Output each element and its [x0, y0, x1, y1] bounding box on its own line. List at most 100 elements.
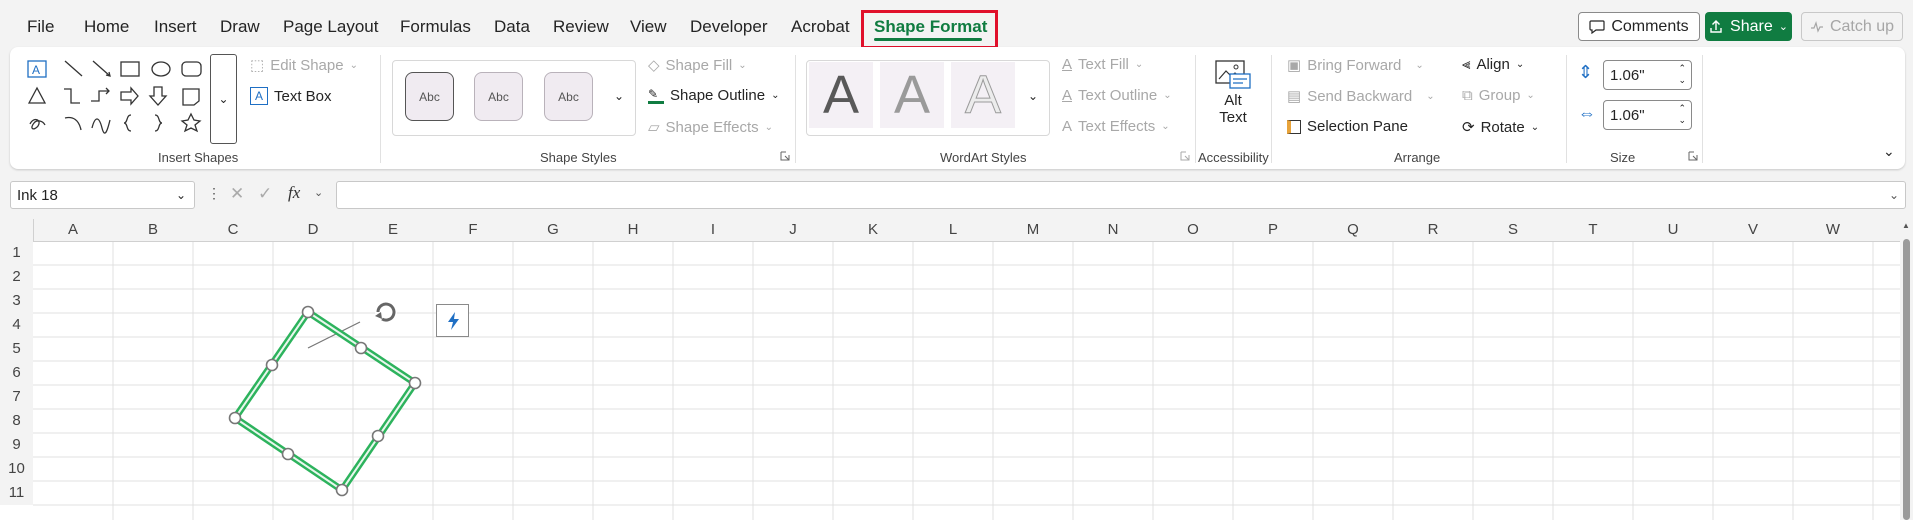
tab-draw[interactable]: Draw	[220, 17, 260, 37]
wordart-more-button[interactable]: ⌄	[1021, 84, 1045, 108]
tab-formulas[interactable]: Formulas	[400, 17, 471, 37]
resize-handle[interactable]	[354, 341, 368, 355]
row-header[interactable]: 10	[0, 457, 33, 481]
column-header[interactable]: Q	[1313, 219, 1393, 241]
row-header[interactable]: 2	[0, 265, 33, 289]
bring-forward-button[interactable]: ▣ Bring Forward ⌄	[1287, 56, 1424, 75]
catch-up-button[interactable]: Catch up	[1801, 12, 1903, 41]
resize-handle[interactable]	[281, 447, 295, 461]
tab-review[interactable]: Review	[553, 17, 609, 37]
column-header[interactable]: W	[1793, 219, 1873, 241]
column-header[interactable]: E	[353, 219, 433, 241]
shape-style-2[interactable]: Abc	[474, 72, 523, 121]
column-header[interactable]: U	[1633, 219, 1713, 241]
enter-icon[interactable]: ✓	[258, 184, 272, 204]
shape-style-1[interactable]: Abc	[405, 72, 454, 121]
row-header[interactable]: 11	[0, 481, 33, 505]
column-header[interactable]: H	[593, 219, 673, 241]
shape-fill-button[interactable]: ◇ Shape Fill ⌄	[648, 56, 747, 75]
resize-handle[interactable]	[301, 305, 315, 319]
spinner-arrows-icon[interactable]: ⌃ ⌄	[1678, 62, 1686, 86]
row-header[interactable]: 1	[0, 241, 33, 265]
ink-drawing-selection[interactable]	[220, 290, 440, 510]
chevron-down-icon[interactable]: ⌄	[314, 186, 323, 199]
scrollbar-thumb[interactable]	[1903, 239, 1910, 520]
column-header[interactable]: T	[1553, 219, 1633, 241]
scroll-up-icon[interactable]: ▲	[1902, 221, 1910, 230]
column-header[interactable]: D	[273, 219, 353, 241]
vertical-scrollbar[interactable]: ▲	[1900, 219, 1913, 520]
chevron-down-icon[interactable]: ⌄	[176, 188, 186, 202]
column-header[interactable]: G	[513, 219, 593, 241]
shape-outline-button[interactable]: ✎ Shape Outline ⌄	[648, 87, 779, 104]
resize-handle[interactable]	[371, 429, 385, 443]
column-header[interactable]: N	[1073, 219, 1153, 241]
resize-handle[interactable]	[228, 411, 242, 425]
resize-handle[interactable]	[265, 358, 279, 372]
tab-data[interactable]: Data	[494, 17, 530, 37]
text-effects-button[interactable]: A Text Effects ⌄	[1062, 118, 1170, 135]
row-header[interactable]: 5	[0, 337, 33, 361]
shape-height-input[interactable]: 1.06" ⌃ ⌄	[1603, 60, 1692, 90]
group-button[interactable]: ⧉ Group ⌄	[1462, 87, 1535, 104]
shape-styles-more-button[interactable]: ⌄	[607, 84, 631, 108]
dialog-launcher-icon[interactable]	[1180, 151, 1190, 161]
tab-shape-format[interactable]: Shape Format	[874, 17, 987, 37]
insert-function-icon[interactable]: fx	[288, 183, 300, 203]
tab-developer[interactable]: Developer	[690, 17, 768, 37]
row-header[interactable]: 3	[0, 289, 33, 313]
row-header[interactable]: 4	[0, 313, 33, 337]
send-backward-button[interactable]: ▤ Send Backward ⌄	[1287, 87, 1435, 106]
column-header[interactable]: M	[993, 219, 1073, 241]
resize-handle[interactable]	[408, 376, 422, 390]
tab-page-layout[interactable]: Page Layout	[283, 17, 378, 37]
row-header[interactable]: 9	[0, 433, 33, 457]
column-header[interactable]: J	[753, 219, 833, 241]
select-all-corner[interactable]	[0, 219, 34, 241]
column-header[interactable]: B	[113, 219, 193, 241]
row-header[interactable]: 8	[0, 409, 33, 433]
tab-acrobat[interactable]: Acrobat	[791, 17, 850, 37]
column-header[interactable]: L	[913, 219, 993, 241]
cancel-icon[interactable]: ✕	[230, 184, 244, 204]
column-header[interactable]: K	[833, 219, 913, 241]
column-header[interactable]: F	[433, 219, 513, 241]
dialog-launcher-icon[interactable]	[780, 151, 790, 161]
selection-pane-button[interactable]: Selection Pane	[1287, 118, 1408, 135]
align-button[interactable]: ⫷ Align ⌄	[1462, 56, 1524, 73]
shape-width-input[interactable]: 1.06" ⌃ ⌄	[1603, 100, 1692, 130]
column-header[interactable]: A	[33, 219, 113, 241]
tab-insert[interactable]: Insert	[154, 17, 197, 37]
spinner-arrows-icon[interactable]: ⌃ ⌄	[1678, 102, 1686, 126]
wordart-style-2[interactable]: A	[880, 62, 944, 128]
quick-action-button[interactable]	[436, 304, 469, 337]
edit-shape-button[interactable]: ⬚ Edit Shape ⌄	[250, 56, 358, 75]
text-fill-button[interactable]: A Text Fill ⌄	[1062, 56, 1143, 73]
wordart-style-1[interactable]: A	[809, 62, 873, 128]
row-header[interactable]: 7	[0, 385, 33, 409]
resize-handle[interactable]	[335, 483, 349, 497]
text-outline-button[interactable]: A Text Outline ⌄	[1062, 87, 1172, 104]
rotate-handle-icon[interactable]	[375, 301, 397, 323]
column-header[interactable]: C	[193, 219, 273, 241]
formula-input[interactable]: ⌄	[336, 181, 1906, 209]
column-header[interactable]: O	[1153, 219, 1233, 241]
shape-effects-button[interactable]: ▱ Shape Effects ⌄	[648, 118, 773, 137]
column-header[interactable]: V	[1713, 219, 1793, 241]
column-header[interactable]: I	[673, 219, 753, 241]
column-header[interactable]: S	[1473, 219, 1553, 241]
tab-file[interactable]: File	[27, 17, 54, 37]
shape-style-3[interactable]: Abc	[544, 72, 593, 121]
name-box[interactable]: Ink 18 ⌄	[10, 181, 195, 209]
ribbon-collapse-icon[interactable]: ⌄	[1883, 143, 1895, 160]
expand-formula-bar-icon[interactable]: ⌄	[1889, 188, 1899, 202]
tab-home[interactable]: Home	[84, 17, 129, 37]
alt-text-button[interactable]: Alt Text	[1203, 56, 1263, 138]
share-button[interactable]: Share ⌄	[1705, 12, 1792, 41]
wordart-style-3[interactable]: A	[951, 62, 1015, 128]
column-header[interactable]: R	[1393, 219, 1473, 241]
comments-button[interactable]: Comments	[1578, 12, 1700, 41]
rotate-button[interactable]: ⟳ Rotate ⌄	[1462, 118, 1539, 137]
dialog-launcher-icon[interactable]	[1688, 151, 1698, 161]
shapes-gallery-more-button[interactable]: ⌄	[210, 54, 237, 144]
